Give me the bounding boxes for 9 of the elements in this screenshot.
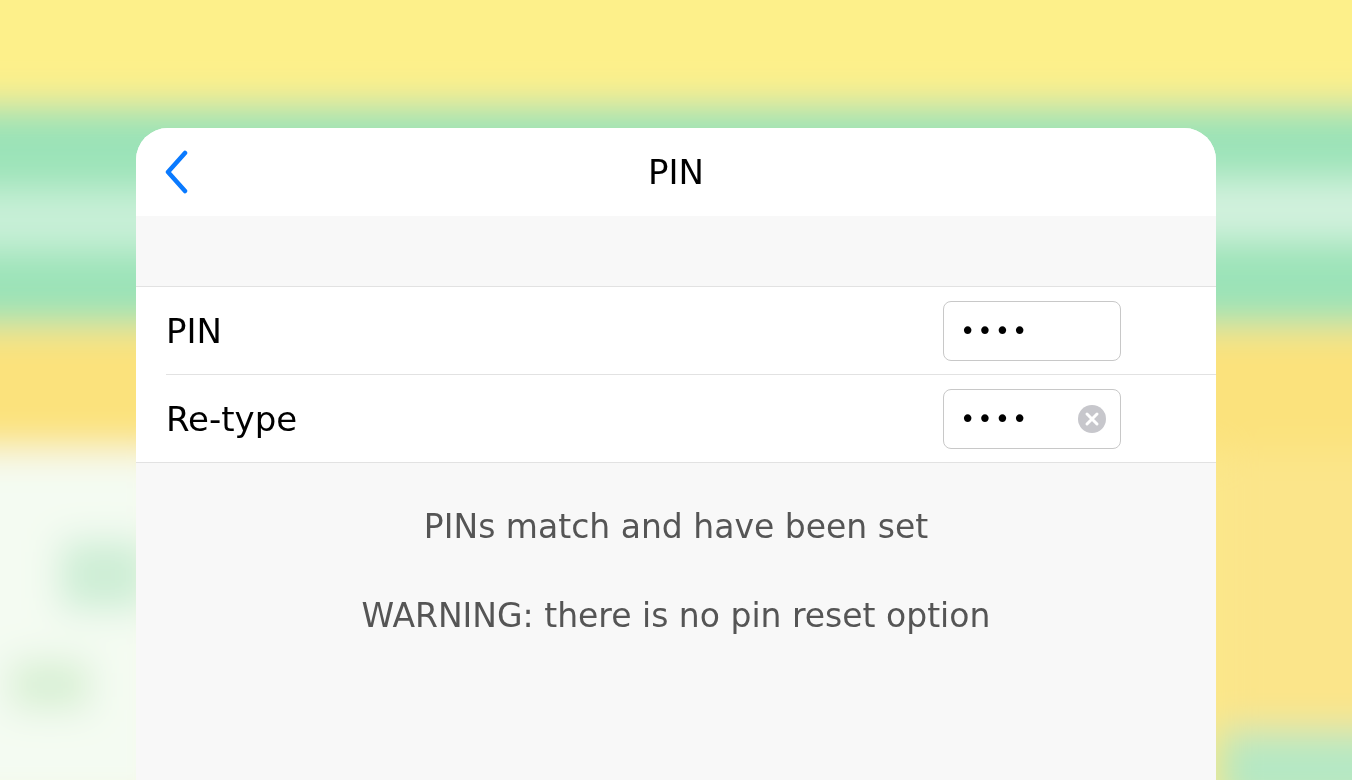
field-label: Re-type	[166, 398, 298, 439]
chevron-left-icon	[163, 150, 189, 194]
pin-field[interactable]: ••••	[943, 388, 1121, 449]
clear-icon	[1078, 404, 1106, 433]
screen-title: PIN	[648, 152, 704, 192]
status-message: WARNING: there is no pin reset option	[361, 596, 991, 635]
status-message: PINs match and have been set	[423, 507, 929, 546]
pin-field[interactable]: ••••	[943, 300, 1121, 361]
field-label: PIN	[166, 310, 222, 351]
